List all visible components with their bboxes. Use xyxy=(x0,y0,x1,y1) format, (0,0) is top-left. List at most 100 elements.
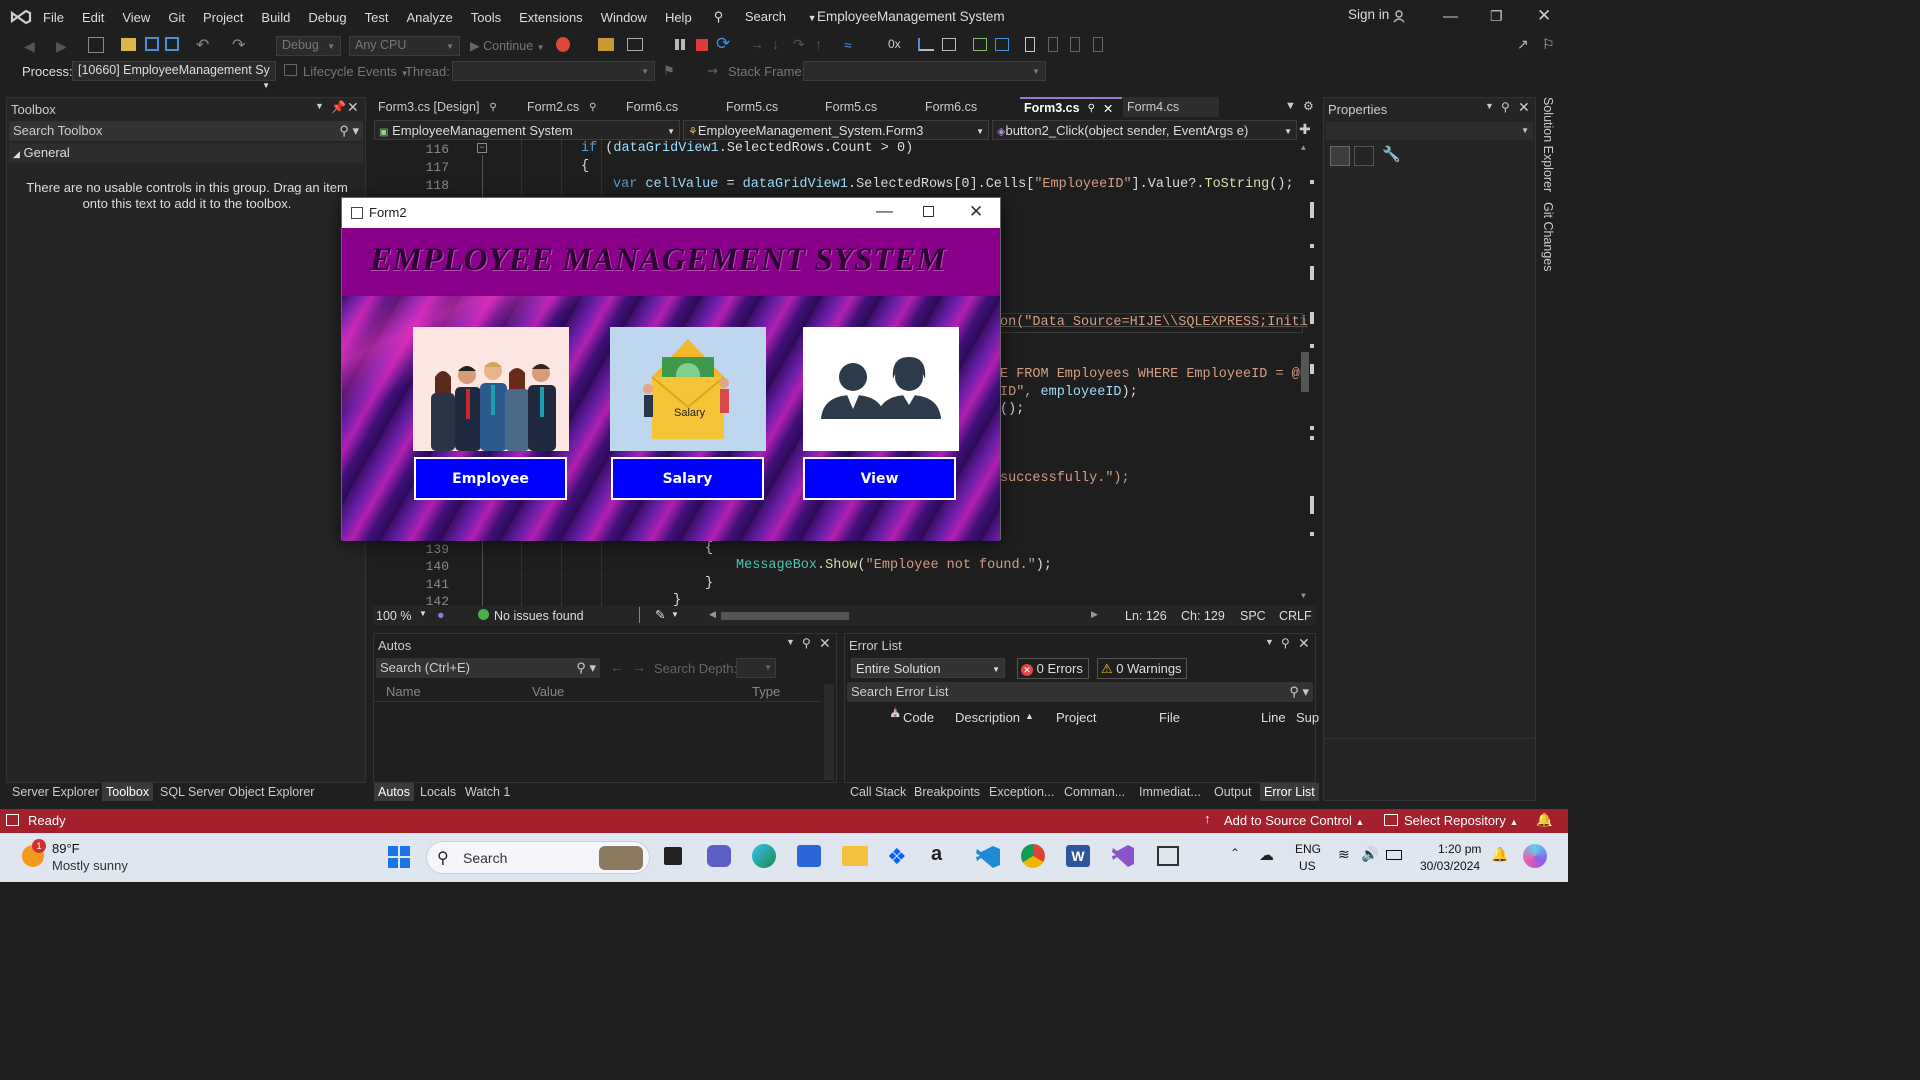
close-panel-icon[interactable]: ✕ xyxy=(347,99,359,116)
pin-icon[interactable]: ⚲ xyxy=(1088,103,1095,114)
menu-view[interactable]: View xyxy=(113,10,159,25)
minimize-icon[interactable]: — xyxy=(1443,8,1458,25)
tab-watch-1[interactable]: Watch 1 xyxy=(465,785,510,799)
copilot-icon[interactable]: ● xyxy=(437,608,445,622)
vertical-scrollbar[interactable] xyxy=(824,684,834,780)
search-forward-icon[interactable]: → xyxy=(632,659,646,675)
microsoft-store-icon[interactable] xyxy=(797,845,821,867)
column-suppression[interactable]: Sup xyxy=(1296,710,1319,725)
volume-icon[interactable]: 🔊 xyxy=(1361,846,1378,863)
amazon-icon[interactable]: a xyxy=(931,843,942,866)
restore-icon[interactable]: ❐ xyxy=(1490,8,1503,25)
salary-button[interactable]: Salary xyxy=(611,457,764,500)
chrome-icon[interactable] xyxy=(1021,844,1045,868)
column-code[interactable]: Code xyxy=(903,710,934,725)
class-nav-dropdown[interactable]: ⚘EmployeeManagement_System.Form3 ▼ xyxy=(683,120,989,140)
split-editor-icon[interactable]: ✚ xyxy=(1299,121,1311,138)
column-description[interactable]: Description xyxy=(955,710,1020,725)
pin-icon[interactable]: ⚲ xyxy=(1501,100,1510,114)
clock-date[interactable]: 30/03/2024 xyxy=(1420,859,1480,873)
back-icon[interactable]: ◀ xyxy=(24,38,35,55)
column-indicator[interactable]: Ch: 129 xyxy=(1181,609,1225,623)
search-box[interactable]: ⚲ Search ▼ xyxy=(701,9,830,25)
toolbox-group-general[interactable]: ◢ General xyxy=(9,143,363,163)
tab-error-list[interactable]: Error List xyxy=(1260,783,1319,801)
dropbox-icon[interactable]: ❖ xyxy=(887,844,907,870)
next-bookmark-icon[interactable] xyxy=(1070,37,1080,52)
language-primary[interactable]: ENG xyxy=(1295,842,1321,856)
comment-icon[interactable] xyxy=(973,38,987,51)
tab-form2[interactable]: Form2.cs ⚲ xyxy=(523,97,619,117)
pause-icon[interactable] xyxy=(675,39,679,50)
whitespace-indicator[interactable]: SPC xyxy=(1240,609,1266,623)
battery-icon[interactable] xyxy=(1386,850,1402,860)
tab-call-stack[interactable]: Call Stack xyxy=(850,785,906,799)
account-icon[interactable] xyxy=(1392,8,1408,24)
menu-debug[interactable]: Debug xyxy=(299,10,355,25)
close-icon[interactable]: ✕ xyxy=(969,202,983,222)
copilot-taskbar-icon[interactable] xyxy=(1523,844,1547,868)
scroll-down-icon[interactable]: ▼ xyxy=(1301,592,1306,601)
tab-command-window[interactable]: Comman... xyxy=(1064,785,1125,799)
tab-autos[interactable]: Autos xyxy=(374,783,414,801)
weather-description[interactable]: Mostly sunny xyxy=(52,858,128,873)
search-depth-dropdown[interactable]: ▼ xyxy=(736,658,776,678)
tab-form3-active[interactable]: Form3.cs ⚲ ✕ xyxy=(1020,97,1122,117)
scroll-left-icon[interactable]: ◀ xyxy=(709,609,716,620)
tab-breakpoints[interactable]: Breakpoints xyxy=(914,785,980,799)
pin-icon[interactable]: ⚲ xyxy=(802,636,811,650)
zoom-level[interactable]: 100 % xyxy=(376,609,411,623)
property-pages-icon[interactable]: 🔧 xyxy=(1382,145,1401,163)
step-over-icon[interactable]: ↷ xyxy=(793,36,805,53)
menu-test[interactable]: Test xyxy=(356,10,398,25)
new-project-icon[interactable] xyxy=(88,37,104,53)
column-file[interactable]: File xyxy=(1159,710,1180,725)
errors-filter-button[interactable]: ✕ 0 Errors xyxy=(1017,658,1089,679)
pin-icon[interactable]: 📌 xyxy=(331,100,346,114)
collapse-toggle-icon[interactable]: − xyxy=(477,143,487,153)
hex-display-icon[interactable]: 0x xyxy=(888,37,901,51)
warnings-filter-button[interactable]: ⚠ 0 Warnings xyxy=(1097,658,1187,679)
panel-menu-icon[interactable]: ▼ xyxy=(315,101,324,111)
horizontal-scrollbar-thumb[interactable] xyxy=(721,612,849,620)
column-value[interactable]: Value xyxy=(532,684,564,699)
tab-form5-b[interactable]: Form5.cs xyxy=(821,97,917,117)
maximize-icon[interactable] xyxy=(923,206,934,217)
categorized-icon[interactable] xyxy=(1330,146,1350,166)
stop-icon[interactable] xyxy=(696,39,708,51)
git-changes-side-tab[interactable]: Git Changes xyxy=(1541,202,1555,271)
search-back-icon[interactable]: ← xyxy=(610,659,624,675)
cleanup-brush-icon[interactable]: ✎ xyxy=(655,607,665,622)
lifecycle-events-dropdown[interactable]: Lifecycle Events ▼ xyxy=(303,64,408,79)
threads-icon[interactable] xyxy=(918,38,934,51)
menu-analyze[interactable]: Analyze xyxy=(397,10,461,25)
menu-tools[interactable]: Tools xyxy=(462,10,510,25)
file-explorer-icon[interactable] xyxy=(842,846,868,866)
menu-git[interactable]: Git xyxy=(159,10,194,25)
tab-sql-server-object-explorer[interactable]: SQL Server Object Explorer xyxy=(160,785,314,799)
tab-output[interactable]: Output xyxy=(1214,785,1252,799)
save-icon[interactable] xyxy=(145,37,159,51)
show-hidden-icons[interactable]: ⌃ xyxy=(1230,846,1240,860)
menu-help[interactable]: Help xyxy=(656,10,701,25)
autos-search-input[interactable]: Search (Ctrl+E) ⚲ ▾ xyxy=(376,658,600,678)
platform-dropdown[interactable]: Any CPU ▼ xyxy=(349,36,460,56)
forward-icon[interactable]: ▶ xyxy=(56,38,67,55)
flag-icon[interactable]: ⚑ xyxy=(663,63,675,79)
taskbar-search-box[interactable]: ⚲ Search xyxy=(426,841,650,874)
teams-chat-icon[interactable] xyxy=(707,845,731,867)
tab-locals[interactable]: Locals xyxy=(420,785,456,799)
prev-bookmark-icon[interactable] xyxy=(1048,37,1058,52)
pin-icon[interactable]: ⚲ xyxy=(489,102,496,113)
column-name[interactable]: Name xyxy=(386,684,421,699)
view-button[interactable]: View xyxy=(803,457,956,500)
tab-exception-settings[interactable]: Exception... xyxy=(989,785,1054,799)
error-search-input[interactable]: Search Error List ⚲ ▾ xyxy=(847,682,1313,702)
menu-extensions[interactable]: Extensions xyxy=(510,10,592,25)
wifi-icon[interactable]: ≋ xyxy=(1338,846,1350,863)
menu-file[interactable]: File xyxy=(34,10,73,25)
panel-menu-icon[interactable]: ▼ xyxy=(786,637,795,647)
undo-icon[interactable]: ↶ xyxy=(196,35,209,55)
menu-edit[interactable]: Edit xyxy=(73,10,113,25)
column-type[interactable]: Type xyxy=(752,684,780,699)
